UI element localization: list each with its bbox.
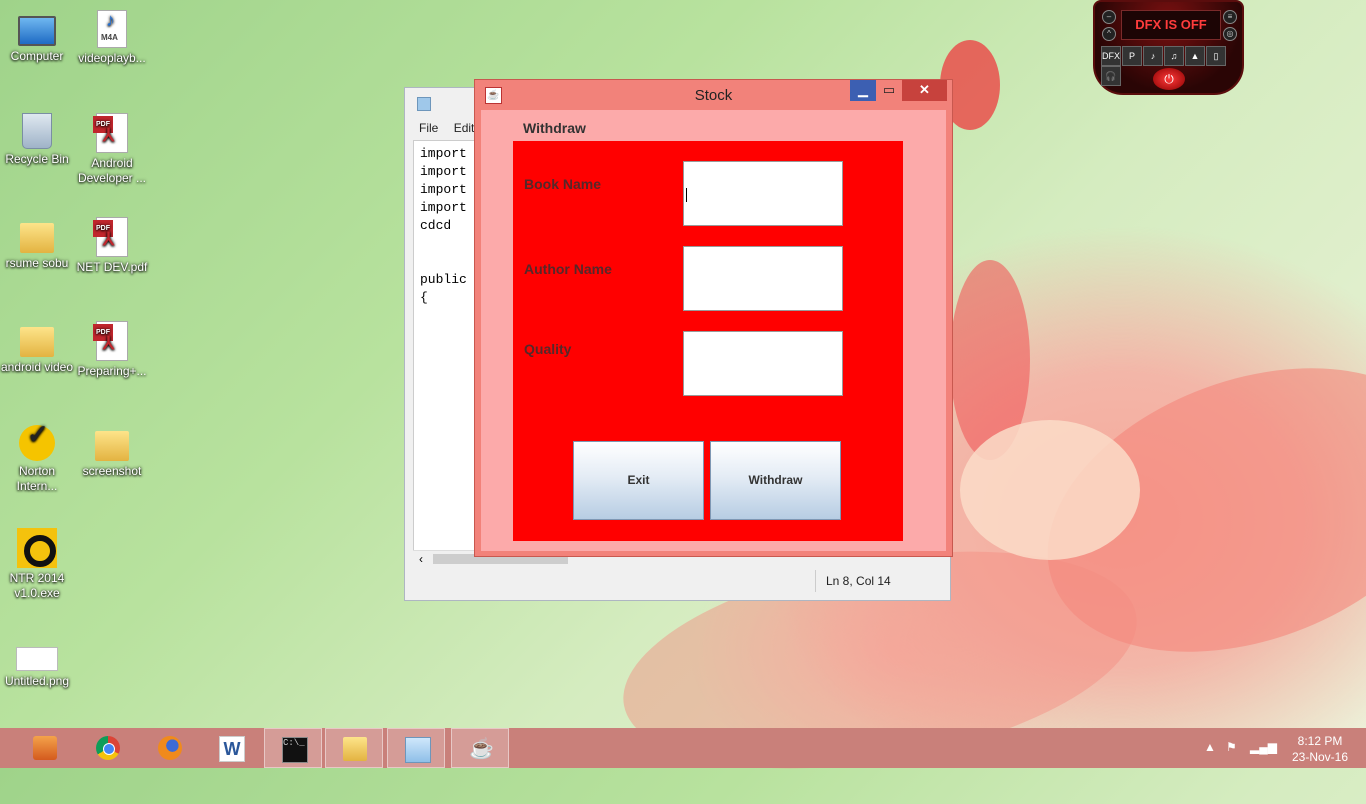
desktop-icon-label: NTR 2014 v1.0.exe [9, 571, 65, 600]
dfx-settings-icon[interactable]: ≡ [1223, 10, 1237, 24]
desktop-icon-recycle-bin[interactable]: Recycle Bin [0, 113, 74, 167]
withdraw-button[interactable]: Withdraw [710, 441, 841, 520]
dfx-eject-icon[interactable]: ▲ [1185, 46, 1205, 66]
maximize-button[interactable]: ▭ [876, 80, 902, 101]
folder-icon [20, 223, 54, 253]
dfx-widget[interactable]: – ^ ≡ ◎ DFX IS OFF DFX P ♪ ♫ ▲ ▯ 🎧 ⏻ [1093, 0, 1244, 95]
background-flower-center [960, 420, 1140, 560]
file-explorer-icon [33, 736, 57, 760]
dfx-logo-button[interactable]: DFX [1101, 46, 1121, 66]
folder-icon [20, 327, 54, 357]
clock-time: 8:12 PM [1297, 734, 1343, 748]
desktop-icon-android-video[interactable]: android video [0, 321, 74, 375]
minimize-button[interactable]: ▁ [850, 80, 876, 101]
image-file-icon [16, 647, 58, 671]
notepad-icon [405, 737, 431, 763]
firefox-icon [158, 736, 182, 760]
desktop-icon-preparing[interactable]: PDF ⅄ Preparing+... [75, 321, 149, 379]
desktop-icon-ntr[interactable]: NTR 2014 v1.0.exe [0, 528, 74, 601]
notepad-icon [417, 97, 431, 111]
dfx-collapse-icon[interactable]: ^ [1102, 27, 1116, 41]
clock-date: 23-Nov-16 [1291, 750, 1349, 764]
dfx-power-icon[interactable]: ⏻ [1153, 68, 1185, 90]
author-name-field[interactable] [683, 246, 843, 311]
cursor-position: Ln 8, Col 14 [815, 570, 901, 592]
desktop-icon-net-dev-pdf[interactable]: PDF ⅄ NET DEV.pdf [75, 217, 149, 275]
stock-titlebar[interactable]: ☕ Stock ▁ ▭ ✕ [475, 80, 952, 110]
dfx-preset-button[interactable]: P [1122, 46, 1142, 66]
desktop-icon-label: rsume sobu [5, 256, 69, 270]
word-icon: W [219, 736, 245, 762]
notepad-menu-bar: File Edit [413, 121, 480, 135]
taskbar: W C:\_ ☕ ▲ ⚑ ▂▄▆ 8:12 PM 23-Nov-16 [0, 728, 1366, 768]
desktop-icon-label: screenshot [82, 464, 142, 478]
desktop-icon-label: Recycle Bin [5, 152, 69, 166]
desktop-icon-screenshot[interactable]: screenshot [75, 425, 149, 479]
stock-window[interactable]: ☕ Stock ▁ ▭ ✕ Withdraw Book Name Author … [474, 79, 953, 557]
desktop-icon-label: Norton Intern... [16, 464, 58, 493]
menu-edit[interactable]: Edit [454, 121, 475, 135]
group-label-withdraw: Withdraw [523, 120, 586, 136]
taskbar-word[interactable]: W [202, 728, 260, 768]
desktop-icon-label: NET DEV.pdf [76, 260, 148, 274]
taskbar-cmd[interactable]: C:\_ [264, 728, 322, 768]
desktop-icon-untitled-png[interactable]: Untitled.png [0, 633, 74, 689]
taskbar-file-explorer[interactable] [16, 728, 74, 768]
desktop-icon-rsume-sobu[interactable]: rsume sobu [0, 217, 74, 271]
dfx-music-icon[interactable]: ♫ [1164, 46, 1184, 66]
dfx-globe-icon[interactable]: ◎ [1223, 27, 1237, 41]
book-name-field[interactable] [683, 161, 843, 226]
audio-file-icon: ♪ M4A [97, 10, 127, 48]
close-button[interactable]: ✕ [902, 80, 947, 101]
book-name-label: Book Name [524, 176, 602, 192]
taskbar-clock[interactable]: 8:12 PM 23-Nov-16 [1280, 733, 1360, 765]
desktop-icon-label: Preparing+... [77, 364, 147, 378]
taskbar-chrome[interactable] [79, 728, 137, 768]
desktop-icon-label: Untitled.png [4, 674, 70, 688]
computer-icon [18, 16, 56, 46]
pdf-icon: PDF ⅄ [93, 113, 128, 153]
java-icon: ☕ [469, 738, 494, 760]
desktop-icon-label: Android Developer ... [77, 156, 147, 185]
taskbar-java[interactable]: ☕ [451, 728, 509, 768]
taskbar-notepad[interactable] [387, 728, 445, 768]
show-hidden-icons-icon[interactable]: ▲ [1204, 740, 1216, 754]
text-caret [686, 188, 687, 202]
folder-icon [343, 737, 367, 761]
desktop-icon-computer[interactable]: Computer [0, 10, 74, 64]
taskbar-folder[interactable] [325, 728, 383, 768]
desktop-icon-norton[interactable]: Norton Intern... [0, 425, 74, 494]
taskbar-firefox[interactable] [141, 728, 199, 768]
folder-icon [95, 431, 129, 461]
author-name-label: Author Name [524, 261, 612, 277]
network-signal-icon[interactable]: ▂▄▆ [1250, 740, 1277, 754]
quality-field[interactable] [683, 331, 843, 396]
dfx-status-display: DFX IS OFF [1121, 10, 1221, 40]
desktop-icon-videoplayback[interactable]: ♪ M4A videoplayb... [75, 10, 149, 66]
desktop-icon-android-developer[interactable]: PDF ⅄ Android Developer ... [75, 113, 149, 186]
ntr-icon [17, 528, 57, 568]
quality-label: Quality [524, 341, 572, 357]
recycle-bin-icon [22, 113, 52, 149]
dfx-headphones-icon[interactable]: 🎧 [1101, 66, 1121, 86]
cmd-icon: C:\_ [282, 737, 308, 763]
norton-icon [19, 425, 55, 461]
pdf-icon: PDF ⅄ [93, 217, 128, 257]
stock-content: Withdraw Book Name Author Name Quality E… [481, 110, 946, 551]
exit-button[interactable]: Exit [573, 441, 704, 520]
desktop-icon-label: android video [0, 360, 74, 374]
pdf-icon: PDF ⅄ [93, 321, 128, 361]
chrome-icon [96, 736, 120, 760]
menu-file[interactable]: File [419, 121, 438, 135]
scroll-left-icon[interactable]: ‹ [419, 552, 423, 566]
dfx-menu-icon[interactable]: – [1102, 10, 1116, 24]
desktop-icon-label: videoplayb... [78, 51, 146, 65]
dfx-music-icon[interactable]: ♪ [1143, 46, 1163, 66]
notepad-status-bar: Ln 8, Col 14 [413, 570, 941, 592]
desktop-icon-label: Computer [10, 49, 64, 63]
dfx-button-row: DFX P ♪ ♫ ▲ ▯ 🎧 [1101, 46, 1237, 86]
withdraw-panel: Book Name Author Name Quality Exit Withd… [513, 141, 903, 541]
dfx-speaker-icon[interactable]: ▯ [1206, 46, 1226, 66]
action-center-flag-icon[interactable]: ⚑ [1226, 740, 1237, 754]
